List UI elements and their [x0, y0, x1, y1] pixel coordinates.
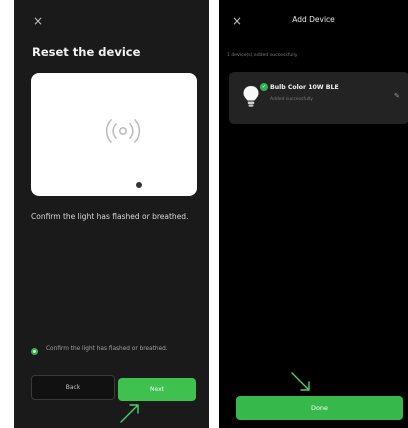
confirm-checkbox[interactable] [31, 348, 38, 355]
page-title: Add Device [292, 15, 335, 24]
device-card[interactable]: ✓ Bulb Color 10W BLE Added successfully … [229, 72, 408, 124]
arrow-annotation-icon [291, 372, 310, 391]
page-title: Reset the device [32, 45, 141, 59]
confirm-checkbox-row[interactable]: Confirm the light has flashed or breathe… [31, 345, 201, 355]
device-name: Bulb Color 10W BLE [270, 84, 339, 91]
bulb-icon [243, 86, 259, 107]
device-status: Added successfully [270, 97, 313, 102]
arrow-annotation-icon [120, 404, 139, 423]
done-button[interactable]: Done [236, 396, 403, 420]
confirm-checkbox-label: Confirm the light has flashed or breathe… [46, 346, 168, 352]
wireless-signal-icon [105, 119, 141, 143]
indicator-dot [136, 182, 142, 188]
add-device-screen: × Add Device 1 device(s) added successfu… [219, 0, 408, 428]
next-button[interactable]: Next [118, 378, 196, 401]
check-icon: ✓ [260, 83, 268, 91]
instruction-text: Confirm the light has flashed or breathe… [31, 212, 189, 221]
device-illustration-card [31, 73, 197, 196]
reset-device-screen: × Reset the device Confirm the light has… [14, 0, 209, 428]
back-button[interactable]: Back [31, 375, 115, 400]
close-icon[interactable]: × [33, 15, 43, 27]
edit-icon[interactable]: ✎ [394, 92, 400, 100]
status-text: 1 device(s) added successfully [227, 53, 298, 58]
